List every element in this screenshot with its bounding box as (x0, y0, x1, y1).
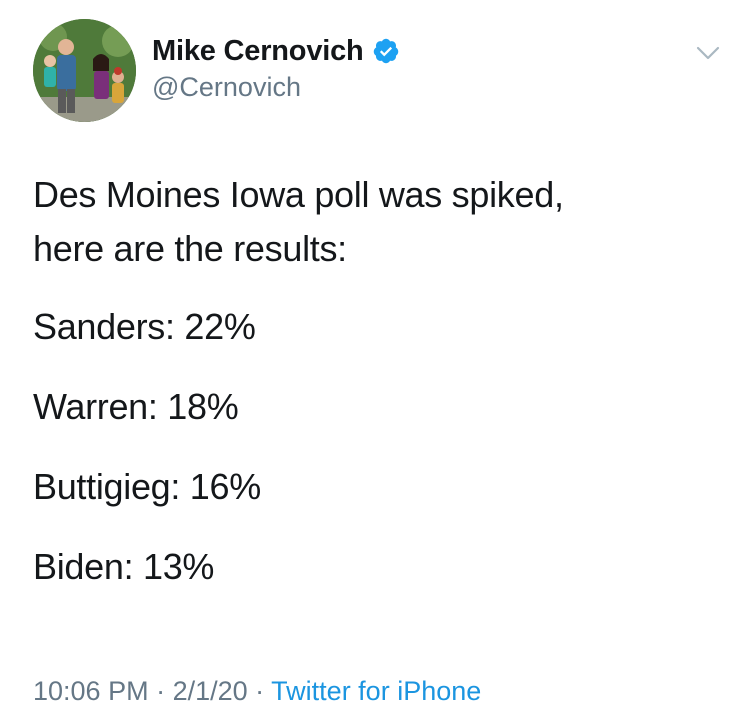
tweet-text: Des Moines Iowa poll was spiked, here ar… (33, 168, 723, 620)
tweet-meta: 10:06 PM · 2/1/20 · Twitter for iPhone (33, 676, 481, 707)
poll-result-biden: Biden: 13% (33, 546, 215, 587)
author-handle[interactable]: @Cernovich (152, 72, 301, 103)
tweet-intro: Des Moines Iowa poll was spiked, here ar… (33, 168, 723, 276)
author-display-name[interactable]: Mike Cernovich (152, 35, 364, 68)
meta-separator: · (148, 676, 173, 706)
chevron-down-icon[interactable] (692, 42, 724, 64)
meta-separator: · (247, 676, 272, 706)
tweet-line: here are the results: (33, 228, 347, 269)
verified-badge-icon (373, 38, 398, 64)
tweet-time[interactable]: 10:06 PM (33, 676, 149, 706)
family-photo-avatar (33, 19, 136, 122)
poll-result-sanders: Sanders: 22% (33, 306, 256, 347)
tweet-line: Des Moines Iowa poll was spiked, (33, 174, 564, 215)
tweet-source-link[interactable]: Twitter for iPhone (271, 676, 481, 706)
poll-result-warren: Warren: 18% (33, 386, 239, 427)
tweet-date[interactable]: 2/1/20 (173, 676, 248, 706)
avatar[interactable] (33, 19, 136, 122)
author-name-row: Mike Cernovich (152, 33, 400, 69)
poll-result-buttigieg: Buttigieg: 16% (33, 466, 261, 507)
